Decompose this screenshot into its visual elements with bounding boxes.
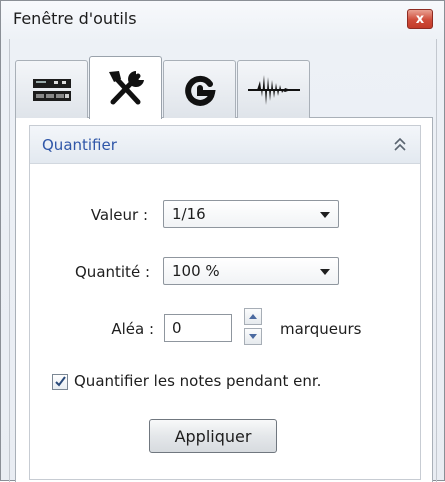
valeur-select[interactable]: 1/16 — [163, 200, 339, 228]
arrow-down-icon — [249, 334, 257, 339]
panel-header[interactable]: Quantifier — [30, 126, 420, 164]
close-button[interactable]: x — [407, 9, 433, 29]
chevron-down-icon — [320, 269, 330, 275]
title-bar: Fenêtre d'outils x — [1, 1, 444, 39]
panel-title: Quantifier — [42, 136, 117, 154]
quantite-value: 100 % — [172, 262, 220, 280]
tab-mixer[interactable] — [15, 60, 88, 118]
mixer-icon — [32, 78, 71, 101]
frame-edge-right — [436, 39, 437, 482]
alea-value: 0 — [172, 319, 182, 337]
alea-spin-up-button[interactable] — [244, 308, 262, 325]
quantize-panel: Quantifier Valeur : 1/16 Quantité : 100 … — [29, 125, 421, 480]
tool-window: Fenêtre d'outils x Quantifier Valeur: 1… — [0, 0, 445, 482]
alea-input[interactable]: 0 — [164, 314, 232, 342]
apply-button[interactable]: Appliquer — [149, 419, 277, 453]
valeur-value: 1/16 — [172, 205, 206, 223]
alea-spin-down-button[interactable] — [244, 328, 262, 345]
close-icon: x — [415, 11, 425, 27]
tab-strip — [15, 56, 433, 119]
tab-groove[interactable] — [163, 60, 236, 118]
alea-unit-label: marqueurs — [280, 320, 362, 338]
valeur-label: Valeur : — [90, 206, 148, 224]
frame-edge-left — [9, 39, 10, 482]
quantite-select[interactable]: 100 % — [163, 257, 339, 285]
window-title: Fenêtre d'outils — [13, 9, 137, 28]
quantize-record-checkbox[interactable] — [52, 374, 68, 390]
chevron-down-icon — [320, 212, 330, 218]
waveform-icon — [247, 74, 300, 105]
quantite-label: Quantité : — [75, 263, 150, 281]
groove-icon — [184, 75, 216, 106]
double-chevron-up-icon[interactable] — [392, 136, 408, 154]
alea-label: Aléa : — [111, 320, 154, 338]
tools-icon — [108, 71, 144, 105]
tab-waveform[interactable] — [237, 60, 310, 118]
tab-tools[interactable] — [89, 56, 162, 119]
quantize-record-label: Quantifier les notes pendant enr. — [74, 372, 322, 390]
checkmark-icon — [55, 376, 66, 387]
arrow-up-icon — [249, 314, 257, 319]
